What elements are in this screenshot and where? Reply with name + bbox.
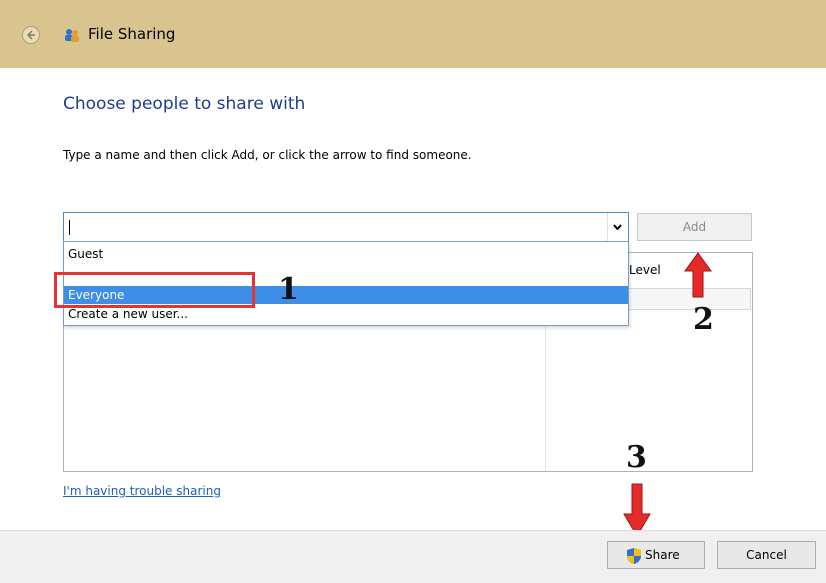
step-1-label: 1: [278, 272, 299, 307]
text-caret: [69, 220, 70, 235]
step-2-label: 2: [693, 302, 714, 337]
title-bar: File Sharing: [0, 0, 826, 68]
cancel-button[interactable]: Cancel: [717, 541, 816, 569]
window-title: File Sharing: [88, 25, 176, 43]
dropdown-item-guest[interactable]: Guest: [64, 245, 628, 263]
back-arrow-icon: [26, 30, 35, 40]
uac-shield-icon: [627, 548, 641, 564]
up-arrow-icon: [684, 252, 712, 298]
highlight-box: [54, 272, 255, 308]
name-input[interactable]: [63, 212, 629, 242]
permission-level-header: Level: [629, 263, 661, 277]
instruction-text: Type a name and then click Add, or click…: [63, 148, 472, 162]
step-3-label: 3: [626, 440, 647, 475]
people-sharing-icon: [65, 29, 79, 42]
add-button[interactable]: Add: [637, 213, 752, 241]
trouble-sharing-link[interactable]: I'm having trouble sharing: [63, 484, 221, 498]
share-button-label: Share: [645, 548, 680, 562]
chevron-down-icon: [613, 224, 622, 230]
page-heading: Choose people to share with: [63, 94, 306, 114]
dropdown-arrow-button[interactable]: [607, 213, 628, 241]
share-button[interactable]: Share: [607, 541, 705, 569]
back-button[interactable]: [22, 26, 40, 44]
